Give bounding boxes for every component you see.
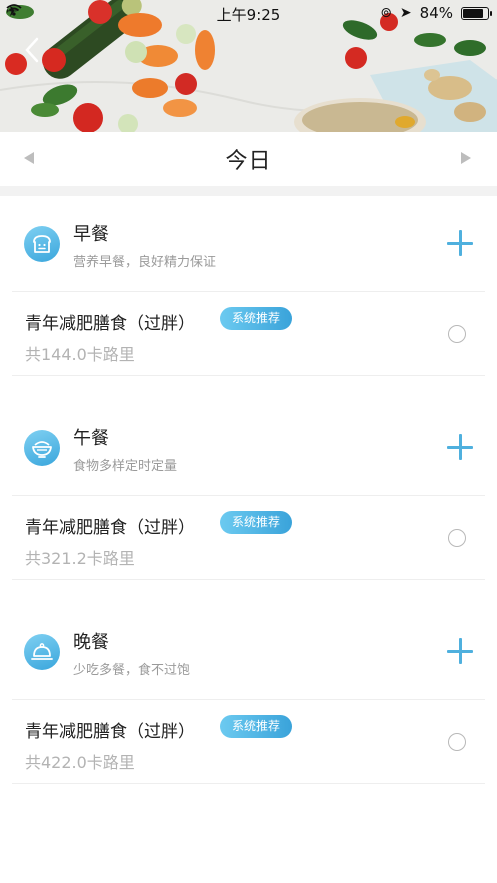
meal-header: 晚餐 少吃多餐，食不过饱 (12, 604, 485, 700)
chevron-left-icon (25, 37, 39, 63)
add-food-button[interactable] (447, 230, 473, 256)
date-navigator: 今日 (0, 132, 497, 186)
recommend-badge: 系统推荐 (220, 307, 293, 330)
plan-name: 青年减肥膳食（过胖） (25, 722, 195, 742)
meal-name: 午餐 (73, 428, 109, 449)
back-button[interactable] (22, 36, 52, 66)
meal-description: 少吃多餐，食不过饱 (73, 663, 191, 678)
meal-header: 午餐 食物多样定时定量 (12, 400, 485, 496)
select-radio[interactable] (448, 733, 466, 751)
section-divider (0, 186, 497, 196)
recommend-badge: 系统推荐 (220, 511, 293, 534)
plan-calories: 共321.2卡路里 (25, 549, 135, 568)
select-radio[interactable] (448, 529, 466, 547)
plan-calories: 共422.0卡路里 (25, 753, 135, 772)
battery-icon (461, 6, 492, 20)
diet-plan-row[interactable]: 青年减肥膳食（过胖） 系统推荐 共422.0卡路里 (12, 700, 485, 784)
add-food-button[interactable] (447, 638, 473, 664)
battery-level (463, 8, 484, 18)
battery-percent: 84% (419, 4, 453, 22)
rotation-lock-icon: ⊚ (380, 5, 392, 21)
plan-calories: 共144.0卡路里 (25, 345, 135, 364)
meal-name: 早餐 (73, 224, 109, 245)
meal-dinner: 晚餐 少吃多餐，食不过饱 青年减肥膳食（过胖） 系统推荐 共422.0卡路里 (0, 604, 497, 808)
meal-breakfast: 早餐 营养早餐，良好精力保证 青年减肥膳食（过胖） 系统推荐 共144.0卡路里 (0, 196, 497, 400)
triangle-right-icon (461, 152, 471, 164)
recommend-badge: 系统推荐 (220, 715, 293, 738)
triangle-left-icon (24, 152, 34, 164)
status-right: ⊚ ➤ 84% (380, 4, 492, 22)
meal-lunch: 午餐 食物多样定时定量 青年减肥膳食（过胖） 系统推荐 共321.2卡路里 (0, 400, 497, 604)
meal-name: 晚餐 (73, 632, 109, 653)
next-day-button[interactable] (459, 150, 473, 166)
meal-list: 早餐 营养早餐，良好精力保证 青年减肥膳食（过胖） 系统推荐 共144.0卡路里… (0, 196, 497, 808)
rice-bowl-icon (24, 430, 60, 466)
select-radio[interactable] (448, 325, 466, 343)
diet-plan-row[interactable]: 青年减肥膳食（过胖） 系统推荐 共144.0卡路里 (12, 292, 485, 376)
header-food-image: ✈ 上午9:25 ⊚ ➤ 84% (0, 0, 497, 132)
meal-description: 食物多样定时定量 (73, 459, 178, 474)
cloche-icon (24, 634, 60, 670)
location-icon: ➤ (399, 5, 412, 21)
meal-description: 营养早餐，良好精力保证 (73, 255, 217, 270)
bread-icon (24, 226, 60, 262)
status-bar: ✈ 上午9:25 ⊚ ➤ 84% (0, 0, 497, 26)
plan-name: 青年减肥膳食（过胖） (25, 518, 195, 538)
add-food-button[interactable] (447, 434, 473, 460)
date-title: 今日 (225, 149, 272, 174)
diet-plan-row[interactable]: 青年减肥膳食（过胖） 系统推荐 共321.2卡路里 (12, 496, 485, 580)
meal-header: 早餐 营养早餐，良好精力保证 (12, 196, 485, 292)
prev-day-button[interactable] (22, 150, 36, 166)
plan-name: 青年减肥膳食（过胖） (25, 314, 195, 334)
